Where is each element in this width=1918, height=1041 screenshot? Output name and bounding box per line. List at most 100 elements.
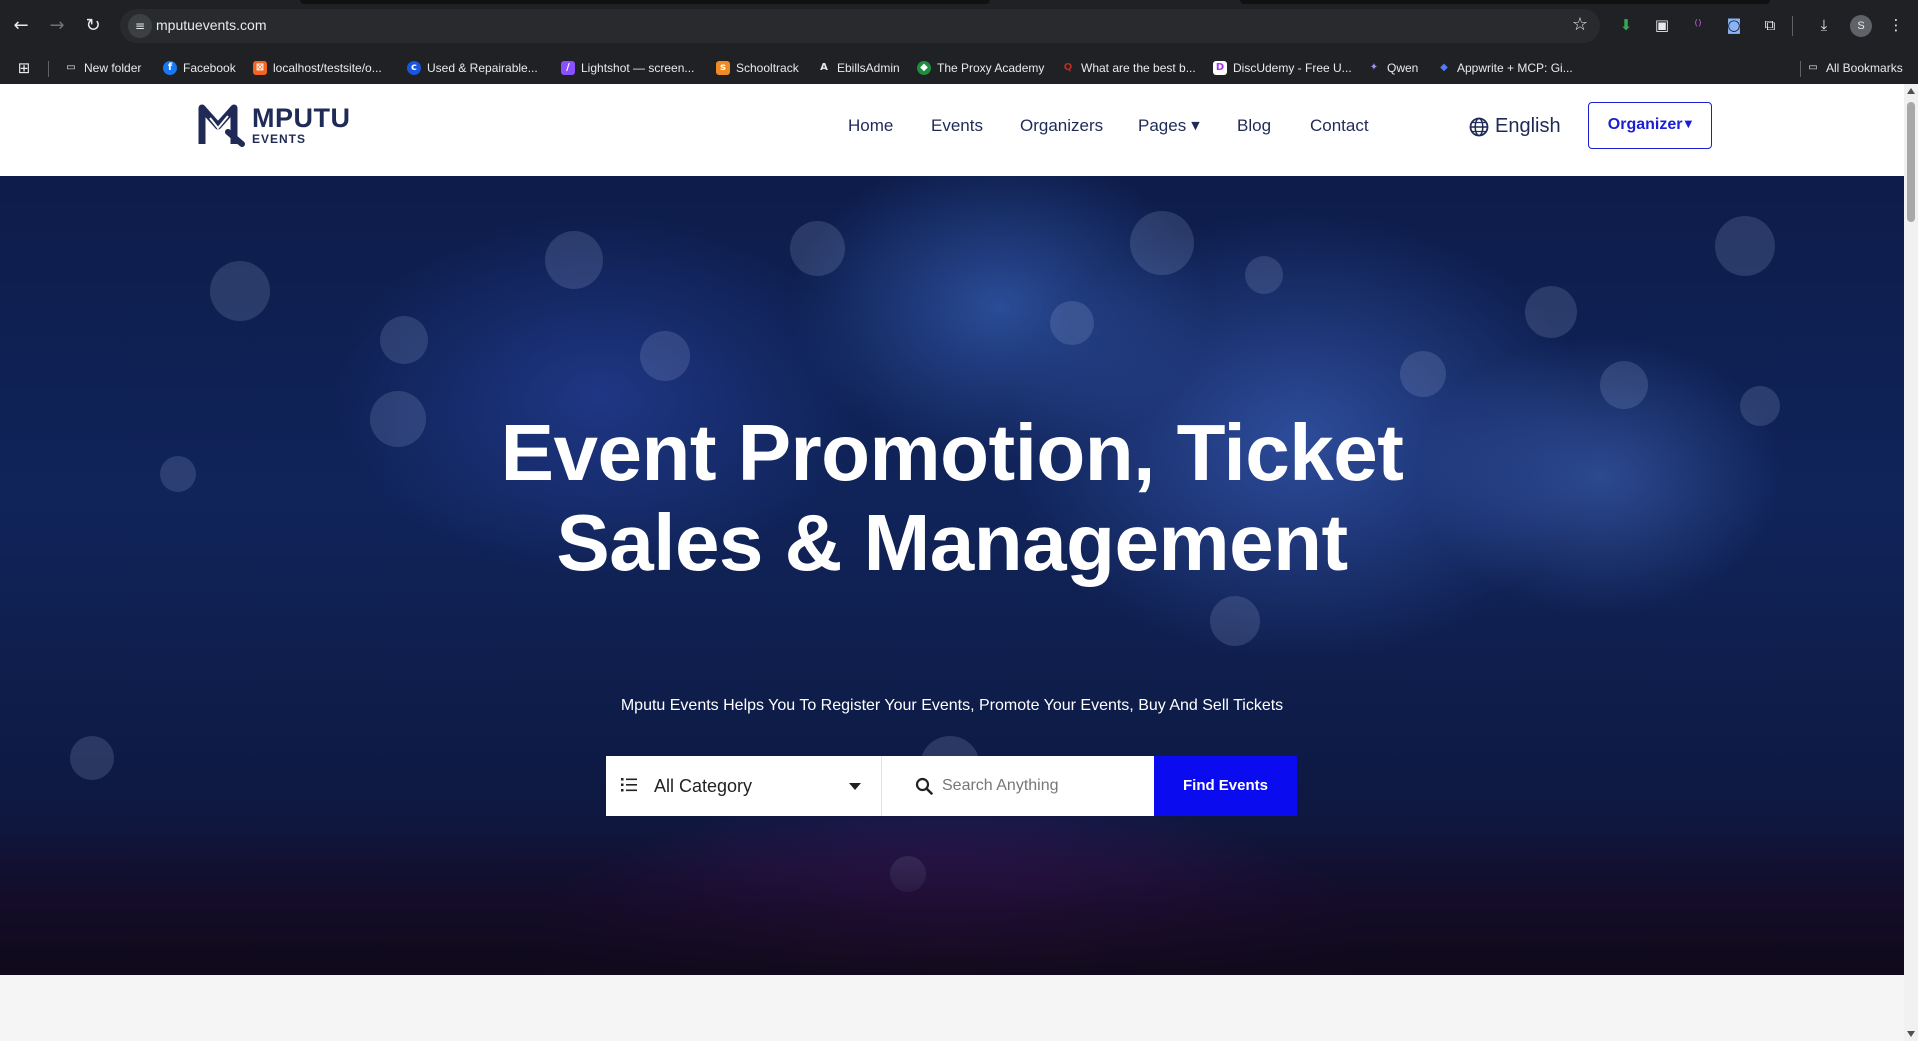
nav-home[interactable]: Home — [848, 116, 893, 136]
lightshot-icon: / — [561, 61, 575, 75]
download-extension-icon[interactable]: ⬇ — [1614, 13, 1638, 37]
dev-extension-icon[interactable]: ⁽⁾ — [1686, 13, 1710, 37]
hero-title-line-1: Event Promotion, Ticket — [500, 408, 1404, 497]
toolbar-divider — [1792, 16, 1793, 36]
globe-icon — [1469, 117, 1489, 136]
facebook-icon: f — [163, 61, 177, 75]
quora-icon: Q — [1063, 62, 1073, 73]
nav-pages-label: Pages — [1138, 116, 1187, 135]
reload-icon[interactable]: ↻ — [80, 13, 106, 39]
bookmark-schooltrack[interactable]: s Schooltrack — [716, 59, 799, 77]
search-icon — [915, 777, 933, 795]
bookmark-facebook[interactable]: f Facebook — [163, 59, 236, 77]
profile-avatar[interactable]: S — [1850, 15, 1872, 37]
bokeh-light — [545, 231, 603, 289]
folder-icon: ▭ — [1808, 62, 1818, 73]
crowd-silhouette — [0, 825, 1904, 975]
language-label: English — [1495, 115, 1561, 137]
hero-subtitle: Mputu Events Helps You To Register Your … — [620, 697, 1284, 714]
hero-title: Event Promotion, Ticket Sales & Manageme… — [0, 408, 1904, 588]
nav-pages[interactable]: Pages ▼ — [1138, 116, 1200, 136]
ebills-icon: A — [820, 62, 828, 73]
bookmark-appwrite[interactable]: ◆ Appwrite + MCP: Gi... — [1437, 59, 1573, 77]
category-select[interactable]: All Category — [606, 756, 882, 816]
tab-strip-edge — [1240, 0, 1770, 4]
bookmark-localhost[interactable]: ⊠ localhost/testsite/o... — [253, 59, 382, 77]
apps-grid-icon[interactable]: ⊞ — [12, 56, 36, 80]
nav-events[interactable]: Events — [931, 116, 983, 136]
category-select-value: All Category — [654, 776, 753, 796]
nav-contact[interactable]: Contact — [1310, 116, 1369, 136]
search-field[interactable] — [882, 756, 1154, 816]
list-icon — [621, 778, 637, 792]
bokeh-light — [640, 331, 690, 381]
bokeh-light — [380, 316, 428, 364]
forward-icon[interactable]: → — [44, 13, 70, 39]
bookmark-discudemy[interactable]: D DiscUdemy - Free U... — [1213, 59, 1352, 77]
schooltrack-icon: s — [716, 61, 730, 75]
address-bar[interactable]: ≡ mputuevents.com ☆ — [120, 9, 1600, 43]
scrollbar-thumb[interactable] — [1907, 102, 1915, 222]
bokeh-light — [1245, 256, 1283, 294]
scroll-up-arrow-icon[interactable] — [1907, 88, 1915, 94]
back-icon[interactable]: ← — [8, 13, 34, 39]
bokeh-light — [1050, 301, 1094, 345]
proxy-academy-icon: ◆ — [917, 61, 931, 75]
url-text[interactable]: mputuevents.com — [156, 17, 267, 33]
bokeh-light — [1400, 351, 1446, 397]
bokeh-light — [70, 736, 114, 780]
bokeh-light — [1525, 286, 1577, 338]
downloads-icon[interactable]: ⤓ — [1812, 13, 1836, 37]
bookmark-quora[interactable]: Q What are the best b... — [1061, 59, 1196, 77]
browser-toolbar: ← → ↻ ≡ mputuevents.com ☆ ⬇ ▣ ⁽⁾ ◙ ⧉ ⤓ S… — [0, 0, 1918, 51]
site-info-icon[interactable]: ≡ — [128, 14, 152, 38]
bokeh-light — [1210, 596, 1260, 646]
bookmark-used-repairable[interactable]: c Used & Repairable... — [407, 59, 538, 77]
bookmarks-divider — [48, 61, 49, 77]
logo-mark-icon — [198, 104, 245, 147]
extension-icon[interactable]: ▣ — [1650, 13, 1674, 37]
page-scrollbar[interactable] — [1904, 84, 1918, 1041]
search-input[interactable] — [942, 772, 1142, 800]
extensions-puzzle-icon[interactable]: ⧉ — [1758, 13, 1782, 37]
logo-title: MPUTU — [252, 103, 351, 133]
discudemy-icon: D — [1213, 61, 1227, 75]
bookmark-star-icon[interactable]: ☆ — [1572, 14, 1588, 35]
bokeh-light — [790, 221, 845, 276]
bookmark-ebillsadmin[interactable]: A EbillsAdmin — [817, 59, 900, 77]
dropdown-arrow-icon — [849, 783, 861, 790]
next-section — [0, 975, 1904, 1041]
event-search-bar: All Category Find Events — [606, 756, 1297, 816]
bookmark-qwen[interactable]: ✦ Qwen — [1367, 59, 1419, 77]
organizer-button[interactable]: Organizer ▼ — [1588, 102, 1712, 149]
scroll-down-arrow-icon[interactable] — [1907, 1031, 1915, 1037]
nav-blog[interactable]: Blog — [1237, 116, 1271, 136]
bookmarks-bar: ⊞ ▭ New folder f Facebook ⊠ localhost/te… — [0, 51, 1918, 84]
bookmark-proxy-academy[interactable]: ◆ The Proxy Academy — [917, 59, 1044, 77]
find-events-button[interactable]: Find Events — [1154, 756, 1297, 816]
chevron-down-icon: ▼ — [1191, 119, 1200, 132]
hero-section: Event Promotion, Ticket Sales & Manageme… — [0, 176, 1904, 975]
bookmark-lightshot[interactable]: / Lightshot — screen... — [561, 59, 694, 77]
logo-subtitle: EVENTS — [252, 132, 307, 146]
bokeh-light — [1715, 216, 1775, 276]
all-bookmarks[interactable]: ▭ All Bookmarks — [1806, 59, 1902, 77]
language-selector[interactable]: English — [1469, 115, 1561, 138]
bokeh-light — [210, 261, 270, 321]
bookmark-new-folder[interactable]: ▭ New folder — [64, 59, 141, 77]
nav-organizers[interactable]: Organizers — [1020, 116, 1103, 136]
bookmarks-divider — [1800, 61, 1801, 77]
tab-strip-edge — [300, 0, 990, 4]
caret-down-icon: ▼ — [1684, 119, 1693, 130]
site-logo[interactable]: MPUTU EVENTS — [198, 102, 351, 148]
site-header: MPUTU EVENTS Home Events Organizers Page… — [0, 84, 1904, 176]
qwen-icon: ✦ — [1369, 62, 1379, 73]
bokeh-light — [1600, 361, 1648, 409]
browser-menu-icon[interactable]: ⋮ — [1884, 13, 1908, 37]
hero-title-line-2: Sales & Management — [556, 498, 1348, 587]
appwrite-icon: ◆ — [1440, 62, 1448, 73]
folder-icon: ▭ — [66, 62, 76, 73]
bokeh-light — [1130, 211, 1194, 275]
localhost-icon: ⊠ — [253, 61, 267, 75]
screenshot-extension-icon[interactable]: ◙ — [1722, 13, 1746, 37]
